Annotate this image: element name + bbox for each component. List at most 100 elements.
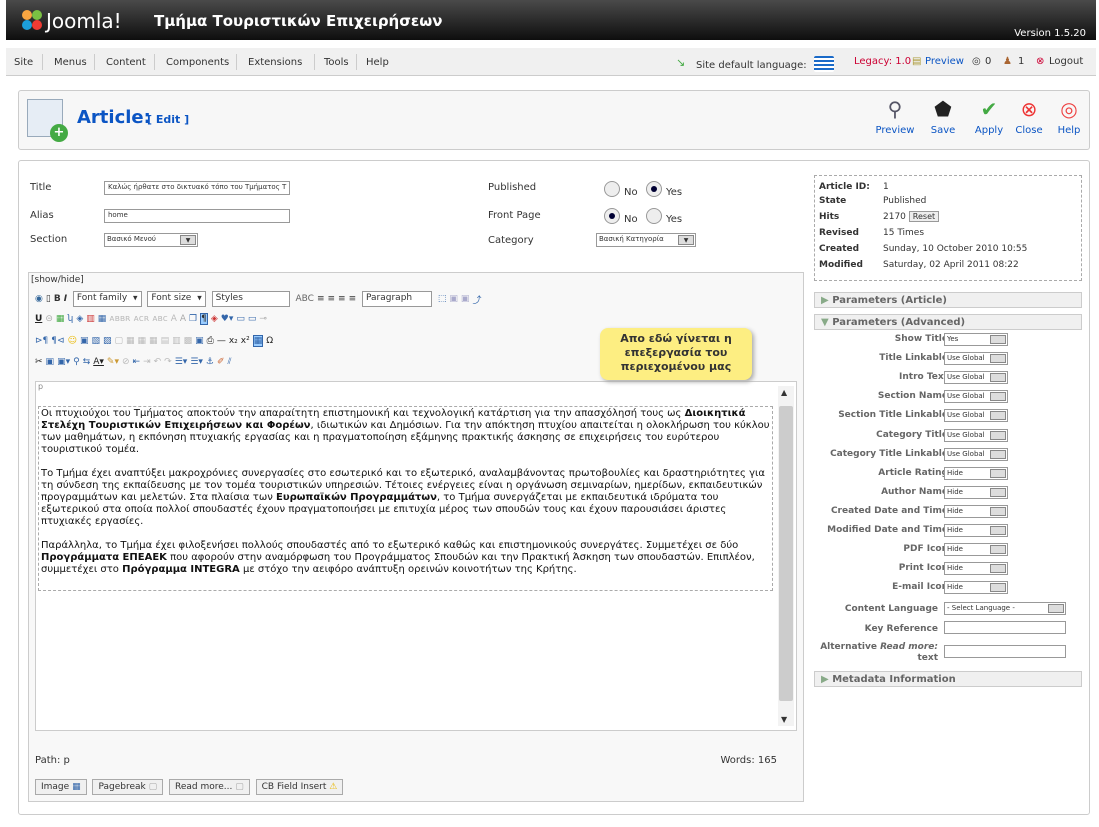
metadata-panel[interactable]: ▶ Metadata Information xyxy=(814,671,1082,687)
unlink-icon[interactable]: ⊘ xyxy=(122,357,130,367)
param-select[interactable]: Use Global xyxy=(944,390,1008,404)
parameters-advanced-panel[interactable]: ▼ Parameters (Advanced) xyxy=(814,314,1082,330)
row-insert-icon[interactable]: ▤ xyxy=(161,336,170,346)
show-blocks-icon[interactable]: ¶ xyxy=(200,313,208,325)
menu-content[interactable]: Content xyxy=(106,57,146,68)
ltr-icon[interactable]: ⊳¶ xyxy=(35,336,48,346)
code-icon[interactable]: ⫽ xyxy=(228,357,232,367)
save-button[interactable]: ⬟ Save xyxy=(923,97,963,136)
number-list-icon[interactable]: ☰▾ xyxy=(190,357,203,367)
image-manager-icon[interactable]: ▧ xyxy=(91,336,100,346)
font-bg-text-icon[interactable]: A xyxy=(180,314,186,324)
published-no-radio[interactable] xyxy=(604,181,620,197)
scrollbar-thumb[interactable] xyxy=(779,406,793,701)
superscript-icon[interactable]: x² xyxy=(241,336,250,346)
select-all-icon[interactable]: ⬚ xyxy=(438,294,447,304)
subscript-icon[interactable]: x₂ xyxy=(229,336,238,346)
help-icon[interactable]: ◉ xyxy=(35,294,43,304)
param-select[interactable]: Use Global xyxy=(944,447,1008,461)
underline-icon[interactable]: U xyxy=(35,314,42,324)
visual-aid-icon[interactable]: ◈ xyxy=(211,314,218,324)
del-icon[interactable]: ᴀʙᴄ xyxy=(152,314,168,324)
show-hide-toggle[interactable]: [show/hide] xyxy=(31,275,84,285)
row-props-icon[interactable]: ▦ xyxy=(138,336,147,346)
font-size-select[interactable]: Font size ▾ xyxy=(147,291,206,307)
indent-icon[interactable]: ⇥ xyxy=(143,357,151,367)
param-select[interactable]: Hide xyxy=(944,562,1008,576)
param-select[interactable]: Hide xyxy=(944,466,1008,480)
scroll-up-icon[interactable]: ▲ xyxy=(781,388,787,397)
abbr-icon[interactable]: ᴀʙʙʀ xyxy=(109,314,130,324)
alias-field[interactable]: home xyxy=(104,209,290,223)
insert-image-icon[interactable]: ▦ xyxy=(56,314,65,324)
col-insert-icon[interactable]: ▥ xyxy=(172,336,181,346)
clean-format-icon[interactable]: ✐ xyxy=(217,357,225,367)
align-justify-icon[interactable]: ≡ xyxy=(349,294,357,304)
param-select[interactable]: Yes xyxy=(944,333,1008,346)
fullscreen-icon[interactable]: ▣ xyxy=(195,336,204,346)
anchor-icon[interactable]: ⤴ xyxy=(472,293,481,306)
undo-icon[interactable]: ↶ xyxy=(154,357,162,367)
paste-icon[interactable]: ▣ xyxy=(461,294,470,304)
pagebreak-button[interactable]: Pagebreak ▢ xyxy=(92,779,164,795)
param-select[interactable]: Hide xyxy=(944,543,1008,557)
copy-icon[interactable]: ▣ xyxy=(449,294,458,304)
scroll-down-icon[interactable]: ▼ xyxy=(781,715,787,724)
image-button[interactable]: Image ▦ xyxy=(35,779,87,795)
menu-components[interactable]: Components xyxy=(166,57,229,68)
cell-props-icon[interactable]: ▦ xyxy=(149,336,158,346)
nonbreaking-icon[interactable]: ⊸ xyxy=(259,314,267,324)
media-icon[interactable]: ◈ xyxy=(76,314,83,324)
paste-text-icon[interactable]: ▣▾ xyxy=(57,357,70,367)
menu-menus[interactable]: Menus xyxy=(54,57,87,68)
menu-site[interactable]: Site xyxy=(14,57,33,68)
preview-link[interactable]: Preview xyxy=(925,56,964,67)
menu-help[interactable]: Help xyxy=(366,57,389,68)
editor-scrollbar[interactable]: ▲ ▼ xyxy=(778,386,794,726)
alt-readmore-field[interactable] xyxy=(944,645,1066,658)
blockquote-icon[interactable]: ❐ xyxy=(189,314,197,324)
template-icon[interactable]: ▥ xyxy=(86,314,95,324)
emoticons-icon[interactable]: ☺ xyxy=(68,336,77,346)
spellcheck-icon[interactable]: ʮ xyxy=(67,314,73,324)
align-center-icon[interactable]: ≡ xyxy=(328,294,336,304)
font-color-text-icon[interactable]: A xyxy=(171,314,177,324)
param-select[interactable]: Hide xyxy=(944,581,1008,595)
cleanup-icon[interactable]: ▢ xyxy=(115,336,124,346)
close-button[interactable]: ⊗ Close xyxy=(1009,97,1049,136)
insert-table-icon[interactable]: ▭ xyxy=(236,314,245,324)
merge-cells-icon[interactable]: ▩ xyxy=(184,336,193,346)
section-select[interactable]: Βασικό Μενού ▼ xyxy=(104,233,198,247)
replace-icon[interactable]: ⇆ xyxy=(83,357,91,367)
published-yes-radio[interactable] xyxy=(646,181,662,197)
outdent-icon[interactable]: ⇤ xyxy=(133,357,141,367)
style-picker-icon[interactable]: ♥▾ xyxy=(221,314,234,324)
visual-chars-icon[interactable]: ▦ xyxy=(252,335,264,347)
insert-form-icon[interactable]: ▭ xyxy=(248,314,257,324)
link-icon[interactable]: ⊝ xyxy=(45,314,53,324)
table-props-icon[interactable]: ▦ xyxy=(126,336,135,346)
editor-text-area[interactable]: p Οι πτυχιούχοι του Τμήματος αποκτούν τη… xyxy=(35,381,797,731)
param-select[interactable]: Hide xyxy=(944,524,1008,537)
new-document-icon[interactable]: ▯ xyxy=(46,294,51,304)
param-select[interactable]: Use Global xyxy=(944,428,1008,442)
frontpage-no-radio[interactable] xyxy=(604,208,620,224)
param-select[interactable]: Use Global xyxy=(944,371,1008,385)
media-insert-icon[interactable]: ▣ xyxy=(80,336,89,346)
align-right-icon[interactable]: ≡ xyxy=(338,294,346,304)
param-select[interactable]: Hide xyxy=(944,485,1008,499)
title-field[interactable]: Καλώς ήρθατε στο δικτυακό τόπο του Τμήμα… xyxy=(104,181,290,195)
preview-button[interactable]: ⚲ Preview xyxy=(875,97,915,136)
param-select[interactable]: Hide xyxy=(944,504,1008,518)
copy-text-icon[interactable]: ▣ xyxy=(46,357,55,367)
editor-content[interactable]: Οι πτυχιούχοι του Τμήματος αποκτούν την … xyxy=(38,406,773,591)
edit-image-icon[interactable]: ▨ xyxy=(103,336,112,346)
help-button[interactable]: ◎ Help xyxy=(1049,97,1089,136)
paragraph-select[interactable]: Paragraph xyxy=(362,291,433,307)
rtl-icon[interactable]: ¶⊲ xyxy=(51,336,64,346)
layer-icon[interactable]: ▦ xyxy=(98,314,107,324)
italic-icon[interactable]: I xyxy=(64,294,67,304)
bullet-list-icon[interactable]: ☰▾ xyxy=(175,357,188,367)
content-language-select[interactable]: - Select Language - xyxy=(944,602,1066,615)
hr-icon[interactable]: — xyxy=(217,336,226,346)
